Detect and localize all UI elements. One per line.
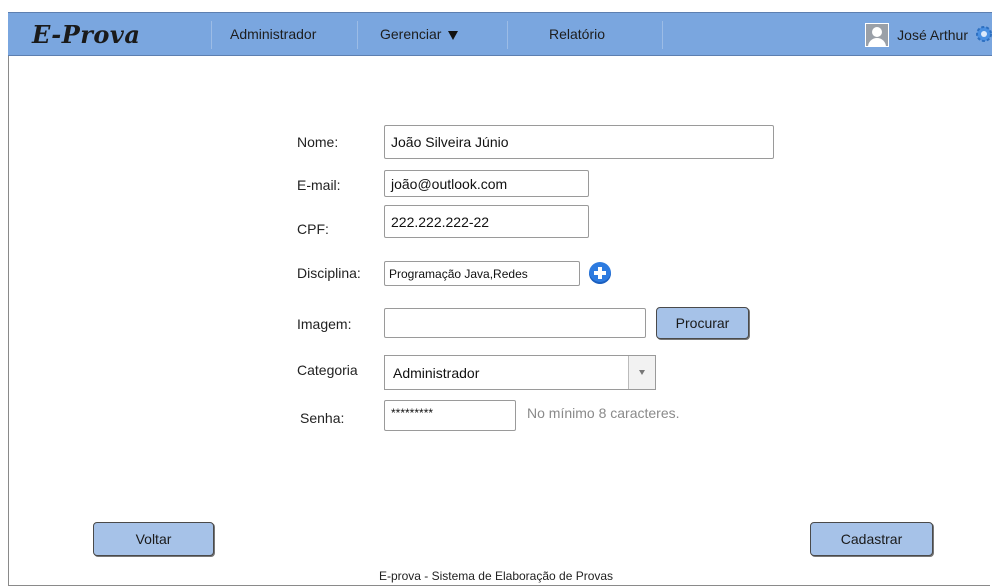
footer-text: E-prova - Sistema de Elaboração de Prova… [378, 569, 614, 583]
voltar-button[interactable]: Voltar [93, 522, 214, 556]
nav-item-relatorio[interactable]: Relatório [549, 26, 605, 42]
nav-item-gerenciar-label: Gerenciar [380, 26, 442, 42]
avatar-icon [865, 23, 890, 47]
nav-separator [507, 21, 508, 49]
cpf-field[interactable]: 222.222.222-22 [384, 205, 589, 238]
email-label: E-mail: [297, 177, 341, 193]
categoria-select[interactable]: Administrador [384, 355, 656, 390]
cadastrar-button[interactable]: Cadastrar [810, 522, 933, 556]
nav-item-gerenciar[interactable]: Gerenciar [380, 26, 459, 42]
cpf-label: CPF: [297, 221, 329, 237]
app-logo[interactable]: E-Prova [32, 20, 140, 49]
top-navigation-bar: E-Prova Administrador Gerenciar Relatóri… [8, 12, 992, 56]
nav-separator [357, 21, 358, 49]
dropdown-caret-icon [448, 30, 459, 40]
procurar-button[interactable]: Procurar [656, 307, 749, 339]
nome-label: Nome: [297, 134, 339, 150]
disciplina-field[interactable]: Programação Java,Redes [384, 261, 580, 286]
nome-field[interactable]: João Silveira Júnio [384, 125, 774, 159]
add-disciplina-icon[interactable] [589, 262, 611, 284]
senha-hint: No mínimo 8 caracteres. [527, 405, 680, 421]
page-frame [8, 12, 990, 586]
user-name: José Arthur [897, 27, 968, 43]
disciplina-label: Disciplina: [297, 265, 361, 281]
gear-icon[interactable] [974, 24, 992, 44]
senha-field[interactable]: ********* [384, 400, 516, 431]
user-menu[interactable]: José Arthur [865, 23, 968, 47]
imagem-label: Imagem: [297, 316, 352, 332]
nav-separator [211, 21, 212, 49]
nav-separator [662, 21, 663, 49]
imagem-field[interactable] [384, 308, 646, 338]
senha-label: Senha: [300, 410, 345, 426]
categoria-label: Categoria [297, 362, 358, 378]
email-field[interactable]: joão@outlook.com [384, 170, 589, 197]
select-arrow-icon[interactable] [628, 356, 655, 389]
categoria-selected-value: Administrador [393, 364, 480, 381]
nav-item-administrador[interactable]: Administrador [230, 26, 316, 42]
